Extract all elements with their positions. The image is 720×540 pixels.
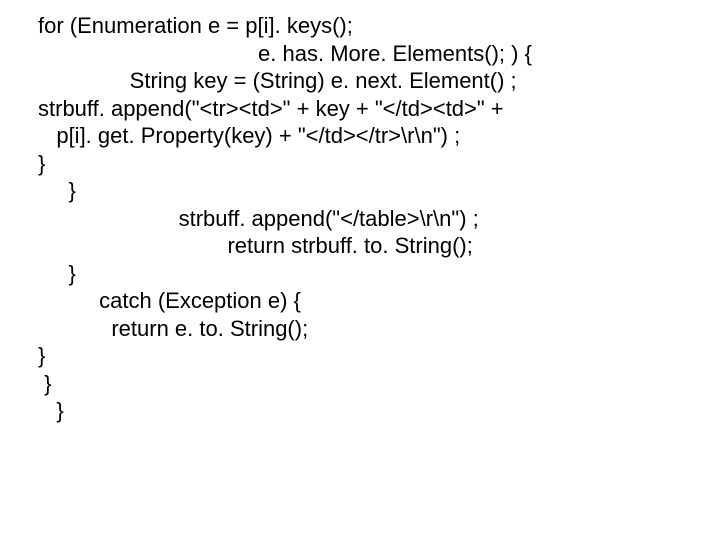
code-line: for (Enumeration e = p[i]. keys(); [38, 12, 712, 40]
code-line: } [38, 370, 712, 398]
code-line: } [38, 260, 712, 288]
code-line: } [38, 177, 712, 205]
code-line: strbuff. append("</table>\r\n") ; [38, 205, 712, 233]
code-line: } [38, 150, 712, 178]
code-line: e. has. More. Elements(); ) { [38, 40, 712, 68]
code-line: return strbuff. to. String(); [38, 232, 712, 260]
code-line: String key = (String) e. next. Element()… [38, 67, 712, 95]
code-line: return e. to. String(); [38, 315, 712, 343]
code-line: } [38, 342, 712, 370]
code-line: catch (Exception e) { [38, 287, 712, 315]
code-line: strbuff. append("<tr><td>" + key + "</td… [38, 95, 712, 123]
code-line: } [38, 397, 712, 425]
code-slide: for (Enumeration e = p[i]. keys(); e. ha… [0, 0, 720, 425]
code-line: p[i]. get. Property(key) + "</td></tr>\r… [38, 122, 712, 150]
